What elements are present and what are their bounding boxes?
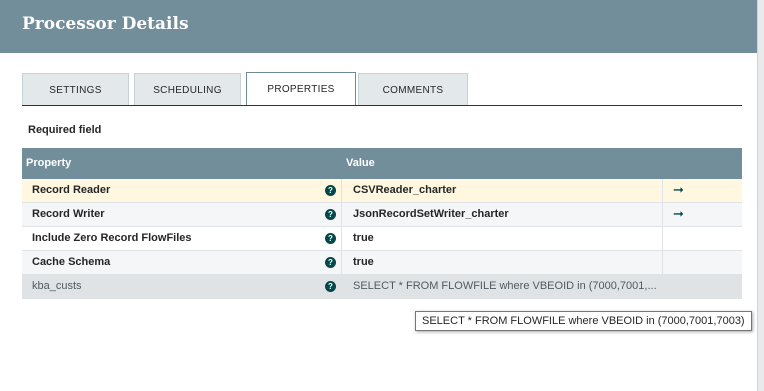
- help-icon[interactable]: ?: [325, 281, 336, 292]
- property-name: Record Writer: [32, 208, 105, 220]
- property-cell: Include Zero Record FlowFiles ?: [22, 227, 342, 251]
- action-cell: ➞: [663, 203, 742, 227]
- table-row[interactable]: Record Reader ? CSVReader_charter ➞: [22, 179, 742, 203]
- action-cell: ➞: [663, 179, 742, 203]
- arrow-right-icon[interactable]: ➞: [673, 206, 684, 222]
- dialog-title: Processor Details: [22, 14, 189, 34]
- properties-table: Property Value Record Reader ? CSVReader…: [22, 148, 742, 299]
- property-value: CSVReader_charter: [353, 184, 457, 196]
- property-cell: Record Reader ?: [22, 179, 342, 203]
- tab-bar: SETTINGS SCHEDULING PROPERTIES COMMENTS: [22, 72, 742, 106]
- property-value: JsonRecordSetWriter_charter: [353, 208, 509, 220]
- help-icon[interactable]: ?: [325, 257, 336, 268]
- value-cell[interactable]: true: [343, 251, 663, 275]
- dialog-header: Processor Details: [0, 0, 764, 53]
- table-row[interactable]: Cache Schema ? true: [22, 251, 742, 275]
- property-name: Record Reader: [32, 184, 111, 196]
- property-value: SELECT * FROM FLOWFILE where VBEOID in (…: [353, 280, 657, 292]
- tab-scheduling[interactable]: SCHEDULING: [134, 73, 241, 106]
- scrollbar[interactable]: [757, 0, 764, 391]
- action-cell: [663, 227, 742, 251]
- tab-comments[interactable]: COMMENTS: [358, 73, 468, 106]
- property-name: kba_custs: [32, 280, 82, 292]
- tab-settings[interactable]: SETTINGS: [22, 73, 129, 106]
- help-icon[interactable]: ?: [325, 233, 336, 244]
- property-column-header[interactable]: Property: [26, 157, 71, 169]
- required-field-label: Required field: [28, 124, 102, 136]
- value-cell[interactable]: true: [343, 227, 663, 251]
- property-cell: kba_custs ?: [22, 275, 342, 299]
- table-header: Property Value: [22, 148, 742, 179]
- action-cell: [663, 251, 742, 275]
- help-icon[interactable]: ?: [325, 209, 336, 220]
- value-tooltip: SELECT * FROM FLOWFILE where VBEOID in (…: [415, 311, 752, 331]
- value-cell[interactable]: SELECT * FROM FLOWFILE where VBEOID in (…: [343, 275, 663, 299]
- value-cell[interactable]: JsonRecordSetWriter_charter: [343, 203, 663, 227]
- value-column-header[interactable]: Value: [346, 157, 375, 169]
- property-cell: Record Writer ?: [22, 203, 342, 227]
- help-icon[interactable]: ?: [325, 185, 336, 196]
- tab-properties[interactable]: PROPERTIES: [246, 72, 356, 106]
- action-cell: [663, 275, 742, 299]
- value-cell[interactable]: CSVReader_charter: [343, 179, 663, 203]
- property-name: Cache Schema: [32, 256, 111, 268]
- arrow-right-icon[interactable]: ➞: [673, 182, 684, 198]
- table-row[interactable]: Record Writer ? JsonRecordSetWriter_char…: [22, 203, 742, 227]
- tab-divider: [22, 105, 742, 106]
- property-name: Include Zero Record FlowFiles: [32, 232, 192, 244]
- table-row[interactable]: kba_custs ? SELECT * FROM FLOWFILE where…: [22, 275, 742, 299]
- property-cell: Cache Schema ?: [22, 251, 342, 275]
- property-value: true: [353, 256, 374, 268]
- property-value: true: [353, 232, 374, 244]
- table-row[interactable]: Include Zero Record FlowFiles ? true: [22, 227, 742, 251]
